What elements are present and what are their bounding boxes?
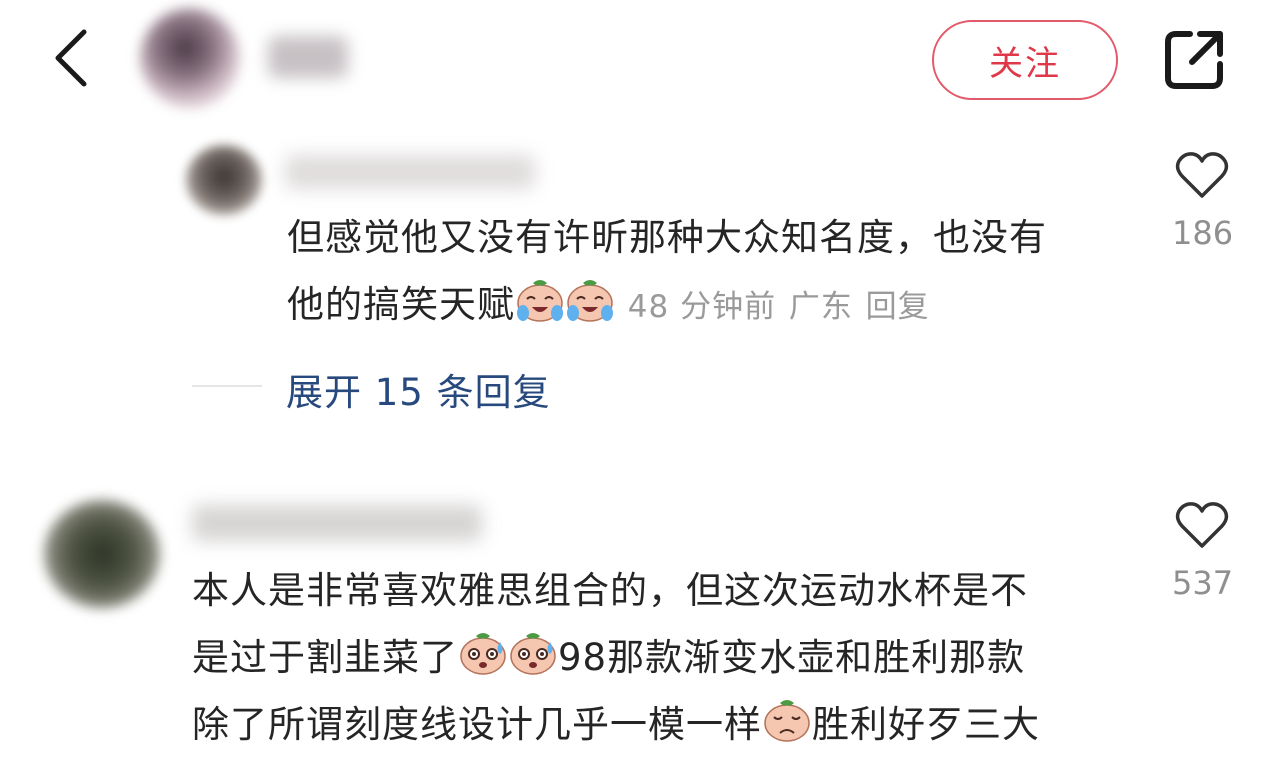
comment-line3-text-a: 除了所谓刻度线设计几乎一模一样 bbox=[192, 703, 762, 746]
reply-user-name-blurred bbox=[285, 155, 535, 189]
expand-divider bbox=[192, 385, 262, 387]
comment-line3: 除了所谓刻度线设计几乎一模一样 胜利好歹三大 bbox=[192, 691, 1152, 758]
chevron-left-icon bbox=[55, 29, 87, 87]
reply-location: 广东 bbox=[788, 289, 853, 325]
commenter-avatar[interactable] bbox=[44, 500, 160, 608]
share-button[interactable] bbox=[1160, 26, 1228, 94]
comment-line2: 是过于割韭菜了 98那款渐变水壶和胜利那款 bbox=[192, 624, 1152, 691]
heart-outline-icon bbox=[1175, 502, 1229, 548]
reply-like-button[interactable]: 186 bbox=[1172, 150, 1234, 252]
reply-text-line2: 他的搞笑天赋 48 分钟前 广东 回复 bbox=[287, 271, 1147, 341]
sad-emoji bbox=[764, 700, 810, 742]
reply-user-avatar[interactable] bbox=[186, 145, 262, 215]
back-button[interactable] bbox=[40, 22, 110, 92]
commenter-name-blurred bbox=[192, 505, 482, 541]
author-name-blurred bbox=[268, 36, 348, 78]
comment-line1: 本人是非常喜欢雅思组合的，但这次运动水杯是不 bbox=[192, 569, 1028, 612]
comment-like-button[interactable]: 537 bbox=[1172, 500, 1234, 602]
crying-laugh-emoji bbox=[567, 280, 613, 322]
reply-time: 48 分钟前 bbox=[627, 289, 777, 325]
crying-laugh-emoji bbox=[517, 280, 563, 322]
comment-body: 本人是非常喜欢雅思组合的，但这次运动水杯是不 是过于割韭菜了 98那款渐变水壶和… bbox=[192, 557, 1152, 758]
comment-like-count: 537 bbox=[1172, 564, 1234, 602]
author-avatar[interactable] bbox=[140, 8, 240, 108]
reply-text-line2-text: 他的搞笑天赋 bbox=[287, 283, 515, 326]
comment-line3-text-b: 胜利好歹三大 bbox=[812, 703, 1040, 746]
share-external-icon bbox=[1165, 31, 1223, 89]
reply-action-button[interactable]: 回复 bbox=[866, 289, 930, 325]
reply-text-line1: 但感觉他又没有许昕那种大众知名度，也没有 bbox=[287, 216, 1047, 259]
comment-line2-text-b: 98那款渐变水壶和胜利那款 bbox=[558, 636, 1026, 679]
reply-like-count: 186 bbox=[1172, 214, 1234, 252]
comment-line2-text-a: 是过于割韭菜了 bbox=[192, 636, 458, 679]
sweating-emoji bbox=[510, 633, 556, 675]
expand-replies-button[interactable]: 展开 15 条回复 bbox=[286, 362, 551, 416]
follow-button[interactable]: 关注 bbox=[932, 20, 1118, 100]
heart-outline-icon bbox=[1175, 152, 1229, 198]
sweating-emoji bbox=[460, 633, 506, 675]
reply-comment-body: 但感觉他又没有许昕那种大众知名度，也没有 他的搞笑天赋 48 分钟前 广东 回复 bbox=[287, 204, 1147, 341]
